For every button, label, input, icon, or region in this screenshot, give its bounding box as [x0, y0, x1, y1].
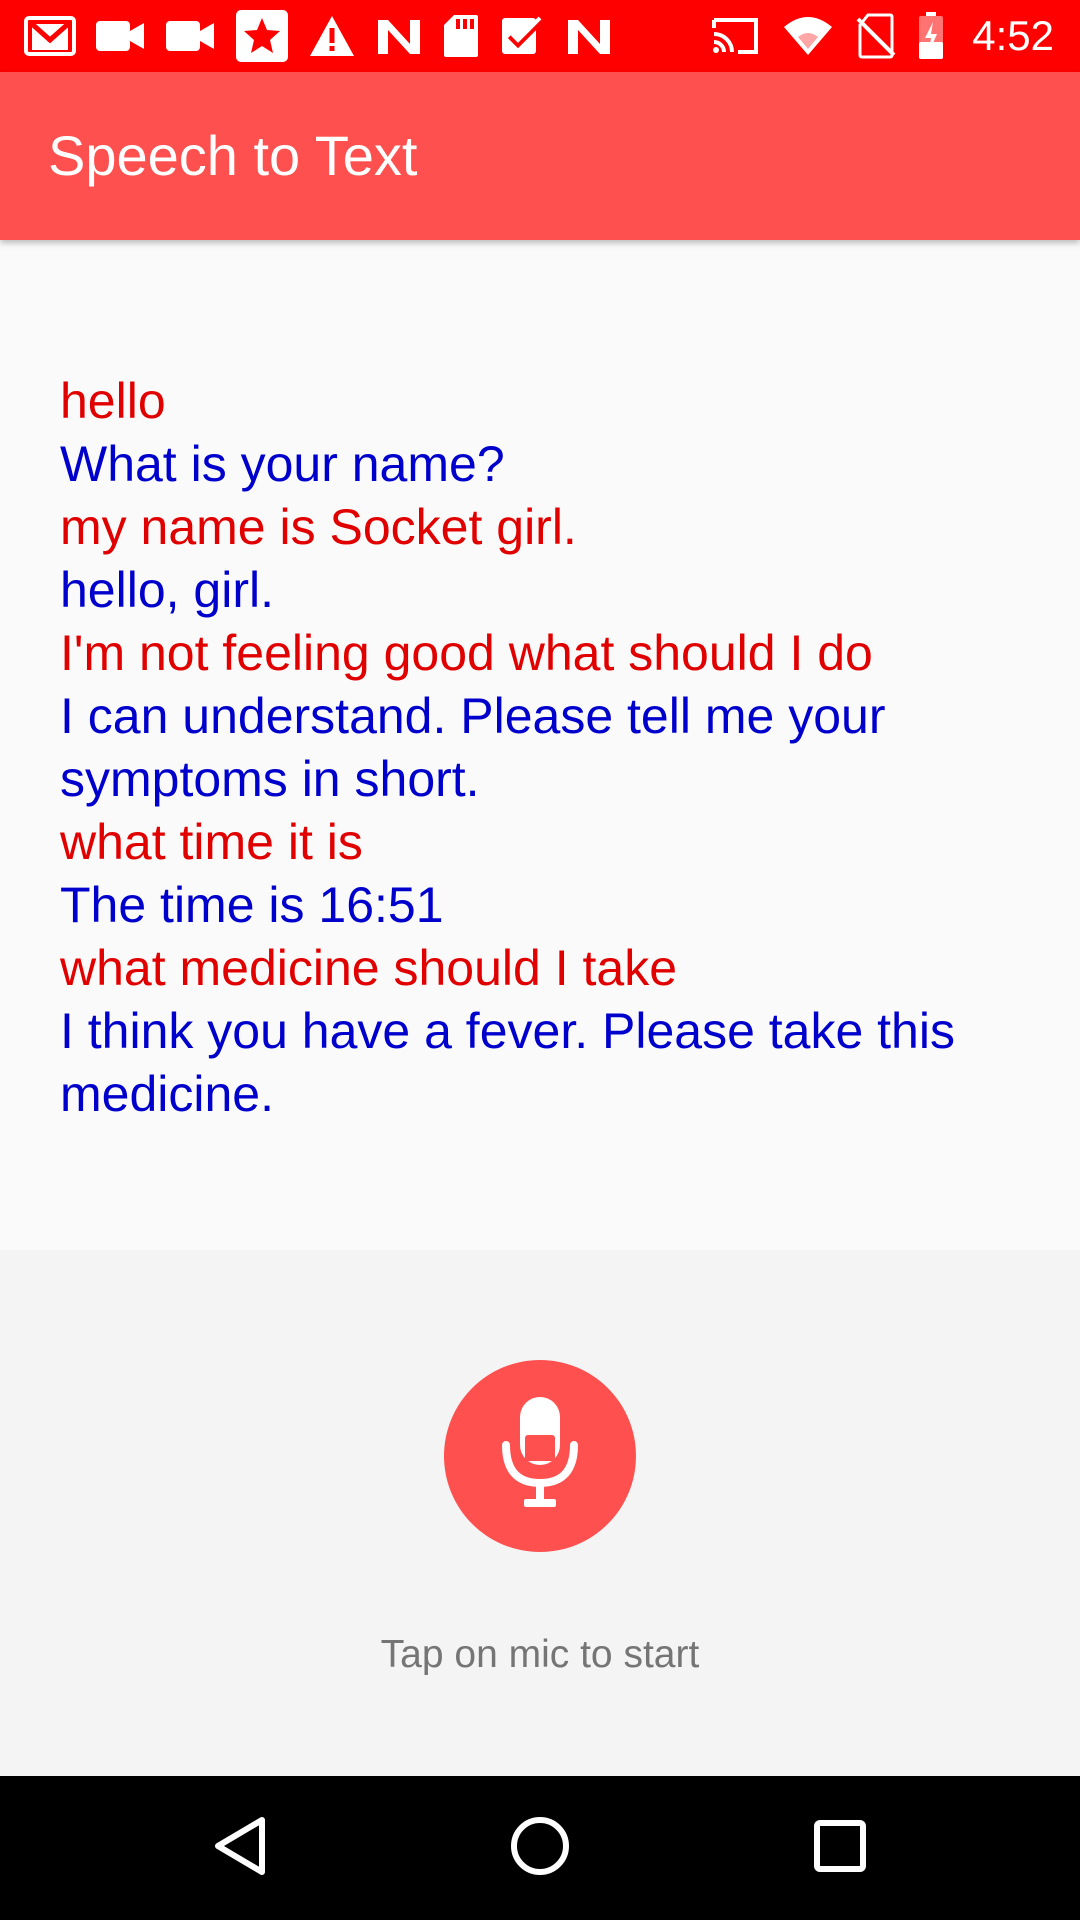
gmail-icon [24, 14, 76, 58]
bot-message: I can understand. Please tell me your sy… [60, 688, 886, 807]
bot-message: What is your name? [60, 436, 505, 492]
sd-card-icon [442, 13, 480, 59]
app-bar: Speech to Text [0, 72, 1080, 240]
user-message: what time it is [60, 814, 363, 870]
video-icon [96, 19, 146, 53]
checkbox-icon [500, 14, 546, 58]
home-icon [510, 1816, 570, 1881]
video-icon [166, 19, 216, 53]
status-bar: 4:52 [0, 0, 1080, 72]
back-button[interactable] [190, 1798, 290, 1898]
n-app-icon [376, 16, 422, 56]
message-list: hello What is your name? my name is Sock… [60, 370, 1000, 1126]
app-title: Speech to Text [48, 124, 418, 187]
conversation-area[interactable]: hello What is your name? my name is Sock… [0, 240, 1080, 1250]
back-icon [212, 1816, 268, 1881]
mic-button[interactable] [444, 1360, 636, 1552]
no-sim-icon [856, 13, 896, 59]
system-icons: 4:52 [710, 10, 1054, 62]
recents-icon [813, 1819, 867, 1878]
warning-icon [308, 14, 356, 58]
bot-message: I think you have a fever. Please take th… [60, 1003, 955, 1122]
bot-message: The time is 16:51 [60, 877, 444, 933]
home-button[interactable] [490, 1798, 590, 1898]
wifi-icon [782, 15, 834, 57]
bot-message: hello, girl. [60, 562, 274, 618]
cast-icon [710, 16, 760, 56]
mic-panel: Tap on mic to start [0, 1250, 1080, 1776]
user-message: I'm not feeling good what should I do [60, 625, 873, 681]
n-app-icon [566, 16, 612, 56]
navigation-bar [0, 1776, 1080, 1920]
user-message: my name is Socket girl. [60, 499, 577, 555]
user-message: what medicine should I take [60, 940, 678, 996]
microphone-icon [498, 1395, 582, 1518]
recents-button[interactable] [790, 1798, 890, 1898]
status-time: 4:52 [972, 12, 1054, 59]
star-icon [236, 10, 288, 62]
mic-hint: Tap on mic to start [380, 1633, 700, 1676]
battery-charging-icon [918, 12, 944, 60]
user-message: hello [60, 373, 166, 429]
notification-icons [24, 10, 612, 62]
